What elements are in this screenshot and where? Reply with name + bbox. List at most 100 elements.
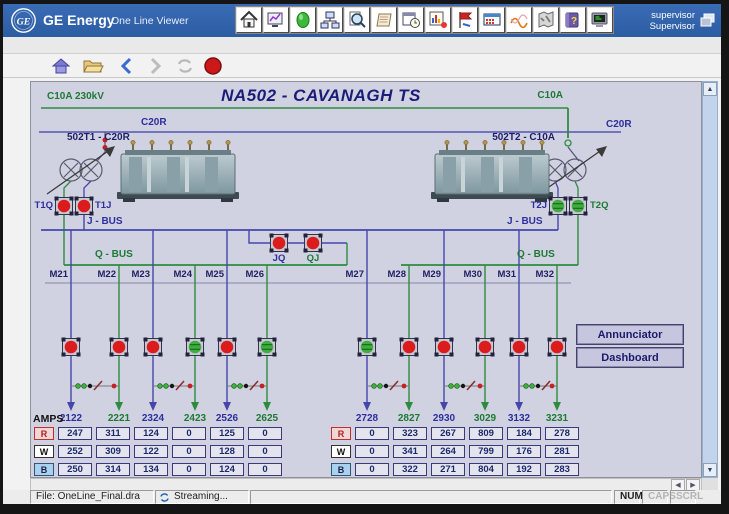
amps-value: 247 [58,427,92,440]
phase-badge-b: B [331,463,351,476]
breaker-feeder-2625[interactable] [257,337,277,357]
main-toolbar: ? [235,6,614,34]
bus-label-c20r-right: C20R [606,119,632,130]
nav-open-folder-icon[interactable] [81,56,105,76]
t2j-lead [554,180,559,198]
scheduler-icon[interactable] [397,6,425,34]
bus-tie-j-side [248,230,347,244]
amps-value: 184 [507,427,541,440]
position-label-m25: M25 [205,269,224,280]
feeder-transfer-switches [71,380,557,391]
amps-value: 134 [134,463,168,476]
amps-value: 128 [210,445,244,458]
application-window: GE GE Energy One Line Viewer ? superviso… [3,4,721,504]
amps-value: 124 [210,463,244,476]
nav-refresh-icon[interactable] [173,56,197,76]
zoom-search-icon[interactable] [343,6,371,34]
breaker-t1q[interactable] [54,196,74,216]
position-label-m32: M32 [535,269,554,280]
amps-value: 314 [96,463,130,476]
amps-value: 252 [58,445,92,458]
annunciator-button[interactable]: Annunciator [576,324,684,345]
amps-left-row-b: B 250 314 134 0 124 0 [34,463,282,476]
data-grid-icon[interactable] [478,6,506,34]
amps-value: 0 [172,445,206,458]
session-switch-icon[interactable] [700,13,716,33]
nav-home-icon[interactable] [49,56,73,76]
breaker-feeder-2526[interactable] [217,337,237,357]
position-label-m22: M22 [97,269,116,280]
title-bar: GE GE Energy One Line Viewer ? superviso… [3,4,721,37]
breaker-label-t2q: T2Q [590,200,609,211]
bus-label-c10a-230kv: C10A 230kV [47,91,104,102]
breaker-feeder-2728[interactable] [357,337,377,357]
breaker-feeder-2221[interactable] [109,337,129,357]
circuit-id-2728: 2728 [355,413,379,424]
q-bus-label-left: Q - BUS [95,249,133,260]
amps-value: 0 [248,427,282,440]
position-label-m26: M26 [245,269,264,280]
amps-value: 311 [96,427,130,440]
breaker-qj[interactable] [303,233,323,253]
breaker-feeder-3231[interactable] [547,337,567,357]
scroll-down-icon[interactable]: ▼ [703,463,717,477]
nav-back-icon[interactable] [115,56,139,76]
network-explorer-icon[interactable] [316,6,344,34]
breaker-feeder-2930[interactable] [434,337,454,357]
status-indicator-icon[interactable] [289,6,317,34]
amps-value: 176 [507,445,541,458]
circuit-id-2324: 2324 [141,413,165,424]
event-painter-icon[interactable] [451,6,479,34]
breaker-feeder-3029[interactable] [475,337,495,357]
help-book-icon[interactable]: ? [559,6,587,34]
t2-winding-symbol [543,158,587,182]
breaker-feeder-2827[interactable] [399,337,419,357]
home-icon[interactable] [235,6,263,34]
vertical-scrollbar[interactable]: ▲ ▼ [702,81,718,478]
bus-label-c10a-right: C10A [537,90,563,101]
breaker-feeder-2122[interactable] [61,337,81,357]
phase-badge-w: W [331,445,351,458]
caps-lock-indicator: CAPS [642,490,676,504]
brand-name: GE Energy [43,12,115,28]
nav-forward-icon[interactable] [143,56,167,76]
status-file: File: OneLine_Final.dra [30,490,154,504]
position-label-m24: M24 [173,269,192,280]
oneline-diagram: NA502 - CAVANAGH TS C10A 230kV C10A C20R… [30,81,702,478]
phase-badge-w: W [34,445,54,458]
amps-value: 341 [393,445,427,458]
amps-value: 0 [248,463,282,476]
t1q-lead [63,180,72,198]
breaker-jq[interactable] [269,233,289,253]
amps-value: 267 [431,427,465,440]
breaker-t1j[interactable] [74,196,94,216]
scroll-up-icon[interactable]: ▲ [703,82,717,96]
breaker-t2q[interactable] [568,196,588,216]
amps-value: 192 [507,463,541,476]
j-feeder-arrows [67,402,523,411]
status-bar: File: OneLine_Final.dra Streaming... NUM… [3,490,721,504]
reports-icon[interactable] [370,6,398,34]
breaker-label-jq: JQ [272,253,286,264]
amps-value: 281 [545,445,579,458]
amps-value: 122 [134,445,168,458]
amps-value: 124 [134,427,168,440]
dashboard-button[interactable]: Dashboard [576,347,684,368]
breaker-feeder-2423[interactable] [185,337,205,357]
display-settings-icon[interactable] [262,6,290,34]
amps-value: 278 [545,427,579,440]
amps-value: 0 [355,463,389,476]
streaming-refresh-icon [160,493,169,502]
chart-viewer-icon[interactable] [424,6,452,34]
breaker-feeder-2324[interactable] [143,337,163,357]
breaker-feeder-3132[interactable] [509,337,529,357]
trend-curves-icon[interactable] [505,6,533,34]
logged-in-user: supervisor Supervisor [650,10,695,33]
q-feeder-lines [118,265,558,403]
console-icon[interactable] [586,6,614,34]
nav-stop-icon[interactable] [201,56,225,76]
svg-text:?: ? [571,16,577,27]
breaker-t2j[interactable] [548,196,568,216]
breaker-label-t1q: T1Q [34,200,53,211]
map-view-icon[interactable] [532,6,560,34]
